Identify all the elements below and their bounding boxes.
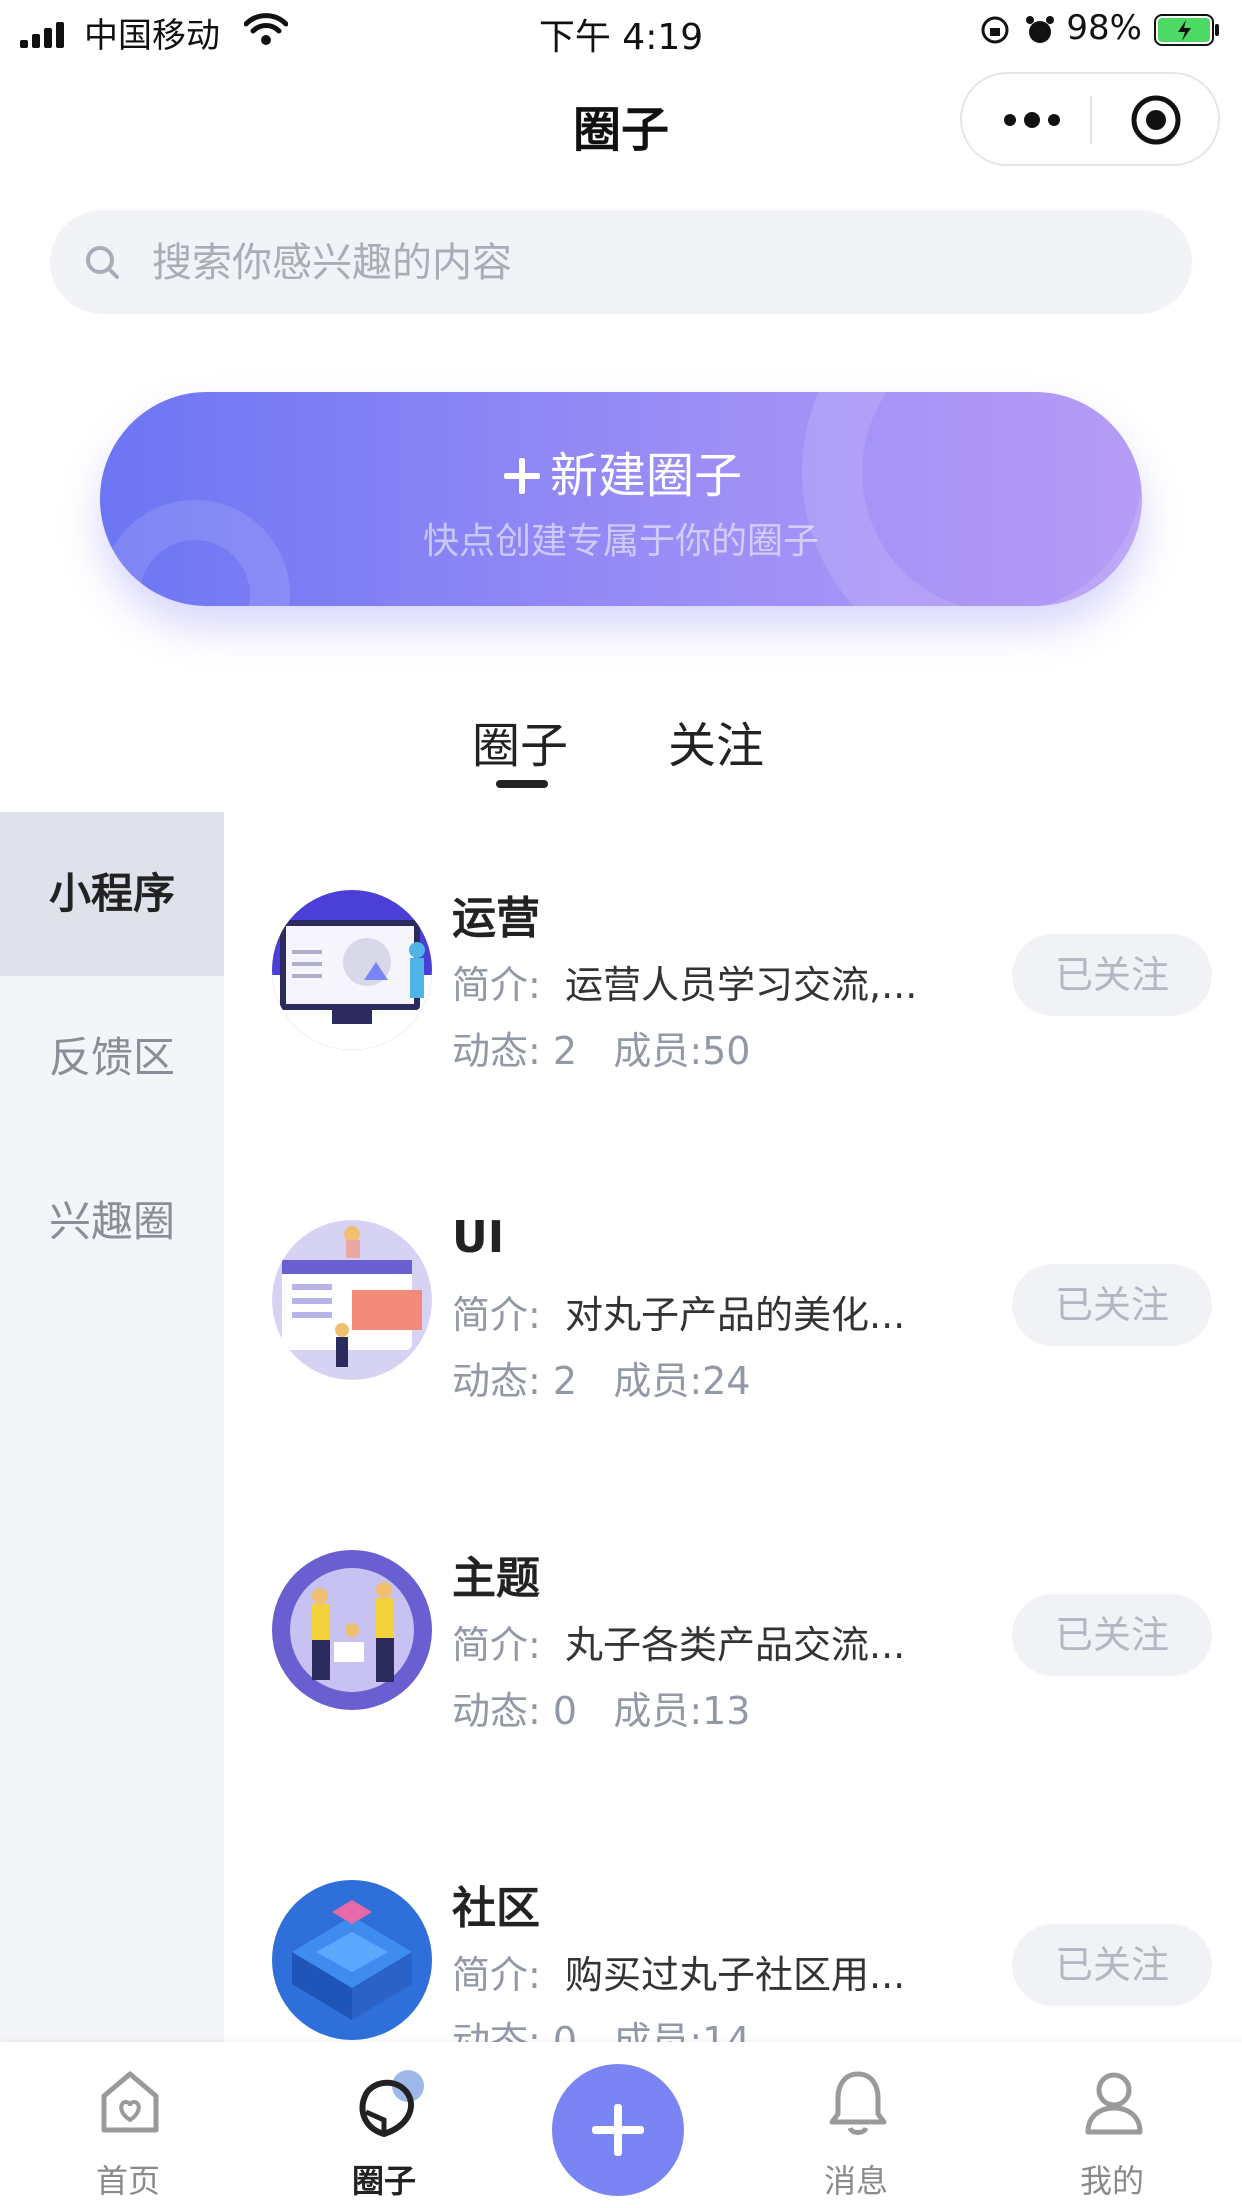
followed-button[interactable]: 已关注 bbox=[1012, 1264, 1212, 1346]
plus-icon bbox=[592, 2104, 644, 2156]
list-item[interactable]: UI 简介: 对丸子产品的美化... 动态: 2 成员:24 已关注 bbox=[224, 1140, 1242, 1470]
list-item[interactable]: 运营 简介: 运营人员学习交流,... 动态: 2 成员:50 已关注 bbox=[224, 810, 1242, 1140]
search-bar[interactable]: 搜索你感兴趣的内容 bbox=[50, 210, 1192, 314]
user-icon bbox=[1085, 2072, 1143, 2135]
circle-icon bbox=[359, 2070, 424, 2138]
circle-avatar bbox=[272, 1880, 432, 2040]
banner-title-row: 新建圈子 bbox=[100, 436, 1142, 506]
capsule-divider bbox=[1090, 96, 1092, 144]
search-icon bbox=[86, 246, 119, 279]
tab-active-indicator bbox=[496, 780, 548, 788]
description-text: 购买过丸子社区用... bbox=[564, 1953, 906, 1997]
circle-title: UI bbox=[452, 1212, 505, 1263]
rotation-lock-icon bbox=[981, 16, 1009, 44]
post-count: 动态: 2 bbox=[452, 1029, 578, 1073]
battery-percent: 98% bbox=[1066, 8, 1142, 48]
search-input[interactable]: 搜索你感兴趣的内容 bbox=[152, 230, 512, 288]
circle-stats: 动态: 2 成员:50 bbox=[452, 1020, 750, 1075]
close-mini-program-icon[interactable] bbox=[1130, 94, 1182, 146]
circle-stats: 动态: 0 成员:13 bbox=[452, 1680, 750, 1735]
member-count: 成员:24 bbox=[613, 1359, 751, 1403]
bell-icon bbox=[829, 2071, 887, 2135]
followed-button[interactable]: 已关注 bbox=[1012, 1594, 1212, 1676]
status-bar: 中国移动 下午 4:19 98% bbox=[0, 0, 1242, 62]
banner-subtitle: 快点创建专属于你的圈子 bbox=[422, 521, 819, 562]
circle-avatar bbox=[272, 890, 432, 1050]
list-item[interactable]: 主题 简介: 丸子各类产品交流... 动态: 0 成员:13 已关注 bbox=[224, 1470, 1242, 1800]
tab-following[interactable]: 关注 bbox=[668, 706, 764, 776]
description-label: 简介: bbox=[452, 1293, 541, 1337]
tab-messages-label: 消息 bbox=[823, 2162, 888, 2200]
circle-title: 主题 bbox=[452, 1553, 540, 1604]
mini-program-capsule bbox=[960, 72, 1220, 166]
member-count: 成员:13 bbox=[613, 1689, 751, 1733]
post-count: 动态: 2 bbox=[452, 1359, 578, 1403]
banner-title: 新建圈子 bbox=[549, 448, 742, 504]
circle-description: 简介: 运营人员学习交流,... bbox=[452, 954, 917, 1009]
publish-button[interactable] bbox=[552, 2064, 684, 2196]
tab-home-label: 首页 bbox=[95, 2162, 160, 2200]
followed-button[interactable]: 已关注 bbox=[1012, 934, 1212, 1016]
description-text: 丸子各类产品交流... bbox=[564, 1623, 906, 1667]
description-label: 简介: bbox=[452, 1953, 541, 1997]
post-count: 动态: 0 bbox=[452, 1689, 578, 1733]
description-text: 对丸子产品的美化... bbox=[564, 1293, 906, 1337]
circle-avatar bbox=[272, 1550, 432, 1710]
sidebar-item-interest[interactable]: 兴趣圈 bbox=[0, 1140, 224, 1304]
circle-description: 简介: 对丸子产品的美化... bbox=[452, 1284, 905, 1339]
alarm-icon bbox=[1026, 16, 1054, 43]
followed-button[interactable]: 已关注 bbox=[1012, 1924, 1212, 2006]
description-text: 运营人员学习交流,... bbox=[564, 963, 918, 1007]
circle-description: 简介: 丸子各类产品交流... bbox=[452, 1614, 905, 1669]
tab-profile-label: 我的 bbox=[1079, 2162, 1144, 2200]
circle-title: 社区 bbox=[452, 1883, 540, 1934]
home-heart-icon bbox=[101, 2071, 159, 2133]
more-icon[interactable] bbox=[1002, 104, 1062, 136]
tab-circle[interactable]: 圈子 bbox=[472, 706, 568, 776]
member-count: 成员:50 bbox=[613, 1029, 751, 1073]
create-circle-banner[interactable]: 新建圈子 快点创建专属于你的圈子 bbox=[100, 392, 1142, 606]
circle-title: 运营 bbox=[452, 893, 540, 944]
category-sidebar: 小程序 反馈区 兴趣圈 bbox=[0, 812, 224, 2042]
sidebar-item-feedback[interactable]: 反馈区 bbox=[0, 976, 224, 1140]
battery-icon bbox=[1154, 14, 1219, 46]
circle-avatar bbox=[272, 1220, 432, 1380]
tab-circle-label: 圈子 bbox=[351, 2162, 416, 2200]
description-label: 简介: bbox=[452, 1623, 541, 1667]
description-label: 简介: bbox=[452, 963, 541, 1007]
circle-stats: 动态: 2 成员:24 bbox=[452, 1350, 750, 1405]
plus-icon bbox=[503, 458, 540, 494]
circle-description: 简介: 购买过丸子社区用... bbox=[452, 1944, 905, 1999]
sidebar-item-mini-program[interactable]: 小程序 bbox=[0, 812, 224, 976]
